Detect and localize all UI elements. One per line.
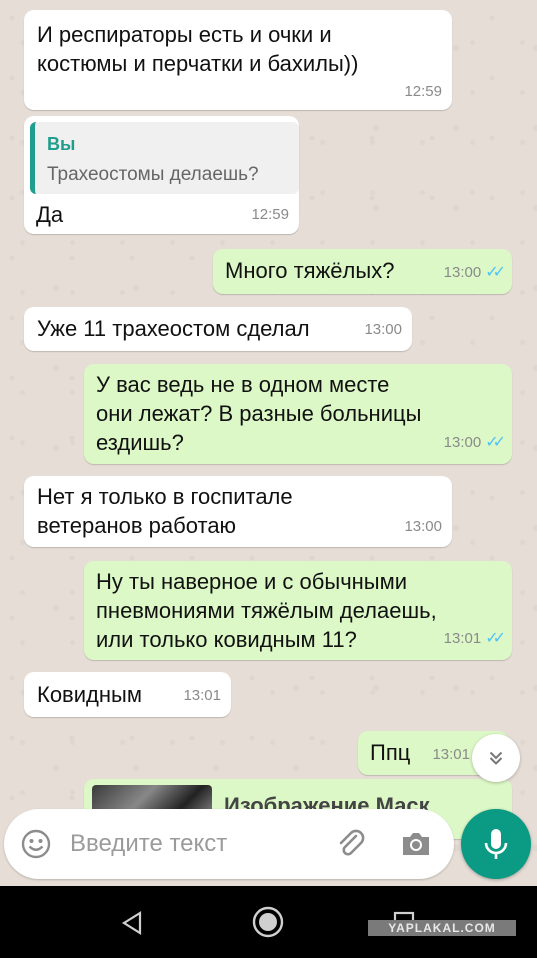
message-time: 13:00 [443,264,482,281]
message-text: ветеранов работаю [37,513,237,538]
camera-icon [403,833,429,855]
back-triangle-icon [121,911,142,935]
message-time: 13:00 [404,518,442,535]
watermark: YAPLAKAL.COM [368,920,516,936]
attach-button[interactable] [334,827,368,861]
message-text: Ковидным [37,682,142,707]
message-time: 13:00 [443,434,482,451]
read-ticks-icon: ✓✓ [485,630,506,647]
message-text: Нет я только в госпитале [37,484,293,509]
quoted-message[interactable]: Вы Трахеостомы делаешь? [30,122,299,194]
emoji-button[interactable] [20,828,52,860]
home-circle-icon [252,906,284,938]
message-incoming-reply[interactable]: Вы Трахеостомы делаешь? Да 12:59 [24,116,299,234]
message-time: 13:01 [183,687,221,704]
message-text: они лежат? В разные больницы [96,401,422,426]
message-time: 12:59 [404,83,442,100]
message-composer[interactable]: Введите текст [4,809,454,879]
chat-area[interactable]: И респираторы есть и очки и костюмы и пе… [0,0,537,886]
message-outgoing[interactable]: У вас ведь не в одном месте они лежат? В… [84,364,512,464]
message-incoming[interactable]: Ковидным 13:01 [24,672,231,717]
message-input[interactable]: Введите текст [70,830,227,858]
message-text: костюмы и перчатки и бахилы)) [37,51,359,76]
message-text: Ппц [370,740,411,765]
nav-back-button[interactable] [118,908,148,938]
message-incoming[interactable]: Уже 11 трахеостом сделал 13:00 [24,307,412,351]
quote-text: Трахеостомы делаешь? [47,164,259,185]
mic-icon [484,829,508,859]
message-text: Уже 11 трахеостом сделал [37,316,310,341]
message-text: ездишь? [96,430,184,455]
message-text: У вас ведь не в одном месте [96,372,390,397]
message-text: И респираторы есть и очки и [37,22,332,47]
message-incoming[interactable]: И респираторы есть и очки и костюмы и пе… [24,10,452,110]
message-time: 13:01 [443,630,482,647]
scroll-down-button[interactable] [472,734,520,782]
message-text: Ну ты наверное и с обычными [96,569,408,594]
message-time: 13:00 [364,321,402,338]
message-text: Да [36,202,64,227]
message-outgoing[interactable]: Много тяжёлых? 13:00 ✓✓ [213,249,512,294]
paperclip-icon [339,829,365,856]
quote-author: Вы [47,134,76,154]
nav-home-button[interactable] [250,904,286,940]
message-incoming[interactable]: Нет я только в госпитале ветеранов работ… [24,476,452,547]
message-text: пневмониями тяжёлым делаешь, [96,598,437,623]
message-text: Много тяжёлых? [225,258,395,283]
voice-record-button[interactable] [461,809,531,879]
message-outgoing[interactable]: Ну ты наверное и с обычными пневмониями … [84,561,512,660]
read-ticks-icon: ✓✓ [485,434,506,451]
message-text: или только ковидным 11? [96,627,357,652]
message-time: 13:01 [432,746,470,763]
camera-button[interactable] [399,828,433,860]
chevron-double-down-icon [489,751,503,765]
message-time: 12:59 [251,206,289,223]
emoji-icon [21,829,51,859]
read-ticks-icon: ✓✓ [485,264,506,281]
